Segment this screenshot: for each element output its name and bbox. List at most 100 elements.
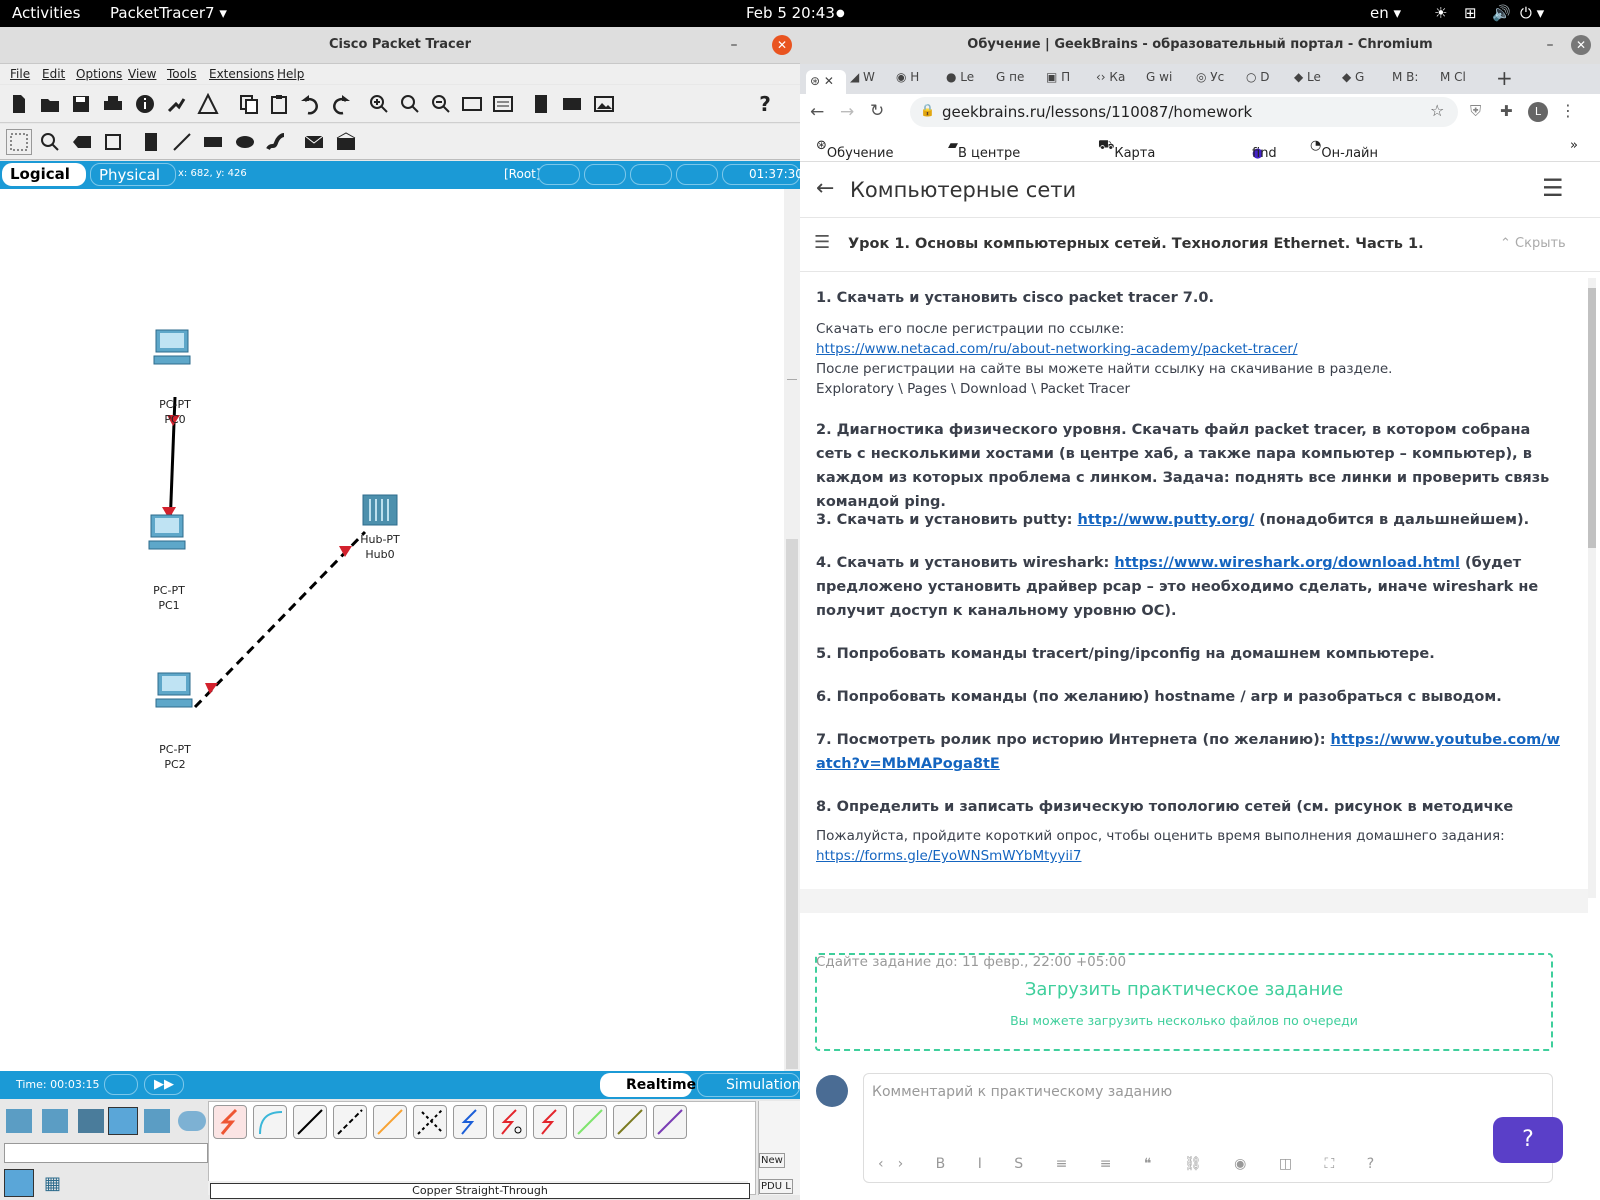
putty-link[interactable]: http://www.putty.org/: [1078, 512, 1255, 528]
add-complex-pdu-icon[interactable]: [333, 129, 359, 155]
menu-options[interactable]: Options: [76, 67, 122, 81]
power-icon[interactable]: ⏻ ▾: [1520, 4, 1544, 22]
new-file-icon[interactable]: [6, 91, 32, 117]
tab-3[interactable]: ● Le: [946, 70, 974, 92]
volume-icon[interactable]: 🔊: [1492, 4, 1511, 22]
device-template-icon[interactable]: [559, 91, 585, 117]
new-cluster-icon[interactable]: [584, 164, 626, 185]
extensions-icon[interactable]: ✚: [1500, 102, 1513, 120]
copy-icon[interactable]: [236, 91, 262, 117]
comment-editor[interactable]: Комментарий к практическому заданию ‹› B…: [863, 1073, 1553, 1183]
paste-icon[interactable]: [266, 91, 292, 117]
menu-tools[interactable]: Tools: [167, 67, 197, 81]
hamburger-menu-icon[interactable]: ☰: [1542, 174, 1564, 202]
tab-2[interactable]: ◉ H: [896, 70, 919, 92]
bookmark-5[interactable]: ◔ Он-лайн камеры...: [1310, 138, 1386, 176]
shield-icon[interactable]: ⛨: [1470, 102, 1481, 120]
serial-dte-cable-icon[interactable]: [533, 1105, 567, 1139]
survey-link[interactable]: https://forms.gle/EyoWNSmWYbMtyyii7: [816, 848, 1082, 864]
upload-dropzone[interactable]: Загрузить практическое задание Вы можете…: [815, 953, 1553, 1051]
draw-rectangle-icon[interactable]: [200, 129, 226, 155]
bookmark-star-icon[interactable]: ☆: [1430, 101, 1444, 120]
back-icon[interactable]: [538, 164, 580, 185]
tab-10[interactable]: ◆ Le: [1294, 70, 1321, 92]
set-background-icon[interactable]: [676, 164, 718, 185]
language-indicator[interactable]: en ▾: [1370, 4, 1401, 22]
hub-icon[interactable]: [362, 494, 398, 526]
connections-icon[interactable]: [108, 1107, 138, 1135]
tab-12[interactable]: M B:: [1392, 70, 1418, 92]
misc-icon[interactable]: [144, 1109, 170, 1133]
minimize-button[interactable]: –: [1540, 35, 1560, 55]
back-arrow-icon[interactable]: ←: [816, 176, 834, 201]
select-icon[interactable]: [6, 129, 32, 155]
network-icon[interactable]: ⊞: [1464, 4, 1477, 22]
zoom-out-icon[interactable]: [428, 91, 454, 117]
device-search-input[interactable]: [4, 1143, 208, 1163]
viewport-clock[interactable]: 01:37:30: [722, 164, 800, 185]
new-tab-button[interactable]: +: [1496, 66, 1513, 90]
pc-icon[interactable]: [155, 672, 193, 708]
tab-5[interactable]: ▣ П: [1046, 70, 1070, 92]
new-pdu-button[interactable]: New: [759, 1153, 785, 1168]
zoom-reset-icon[interactable]: [397, 91, 423, 117]
hide-button[interactable]: ⌃ Скрыть: [1500, 236, 1566, 251]
multiuser-icon[interactable]: [178, 1111, 206, 1131]
logical-workspace[interactable]: PC-PT PC0 PC-PT PC1 Hub-PT Hub0 PC-PT PC2: [0, 189, 784, 1082]
menu-extensions[interactable]: Extensions: [209, 67, 274, 81]
automatic-cable-icon[interactable]: [213, 1105, 247, 1139]
octal-cable-icon[interactable]: [573, 1105, 607, 1139]
redo-icon[interactable]: [328, 91, 354, 117]
components-icon[interactable]: [78, 1109, 104, 1133]
notes-icon[interactable]: [528, 91, 554, 117]
menu-view[interactable]: View: [128, 67, 156, 81]
open-folder-icon[interactable]: [37, 91, 63, 117]
tab-active[interactable]: ⊛ ✕: [806, 70, 846, 94]
print-icon[interactable]: [100, 91, 126, 117]
pc-icon[interactable]: [148, 514, 186, 550]
address-bar[interactable]: 🔒 geekbrains.ru/lessons/110087/homework …: [910, 97, 1458, 127]
tab-8[interactable]: ◎ Уc: [1196, 70, 1224, 92]
tab-4[interactable]: G пе: [996, 70, 1024, 92]
tab-11[interactable]: ◆ G: [1342, 70, 1364, 92]
grid-icon[interactable]: ▦: [44, 1173, 64, 1194]
netacad-link[interactable]: https://www.netacad.com/ru/about-network…: [816, 341, 1298, 357]
brightness-icon[interactable]: ☀: [1434, 4, 1447, 22]
wireshark-link[interactable]: https://www.wireshark.org/download.html: [1114, 555, 1460, 571]
crossover-cable-icon[interactable]: [333, 1105, 367, 1139]
freeform-icon[interactable]: [263, 129, 289, 155]
network-devices-icon[interactable]: [6, 1109, 32, 1133]
pdu-list-button[interactable]: PDU L: [759, 1179, 793, 1194]
pc-icon[interactable]: [153, 329, 191, 365]
profile-avatar[interactable]: L: [1528, 102, 1548, 122]
resize-shape-icon[interactable]: [100, 129, 126, 155]
help-icon[interactable]: ?: [752, 91, 778, 117]
undo-icon[interactable]: [297, 91, 323, 117]
iot-cable-icon[interactable]: [613, 1105, 647, 1139]
close-button[interactable]: ✕: [1571, 35, 1591, 55]
network-info-icon[interactable]: [163, 91, 189, 117]
reload-icon[interactable]: ↻: [870, 101, 884, 121]
fiber-cable-icon[interactable]: [373, 1105, 407, 1139]
lesson-list-icon[interactable]: ☰: [814, 232, 830, 253]
end-devices-icon[interactable]: [42, 1109, 68, 1133]
tab-13[interactable]: M Cl: [1440, 70, 1466, 92]
tab-1[interactable]: ◢ W: [850, 70, 875, 92]
bookmark-1[interactable]: ⊛ Обучение | Geek...: [816, 138, 893, 176]
connections-subtype-icon[interactable]: [4, 1169, 34, 1197]
menu-help[interactable]: Help: [277, 67, 304, 81]
usb-cable-icon[interactable]: [653, 1105, 687, 1139]
forward-arrow-icon[interactable]: →: [840, 102, 854, 122]
bookmark-2[interactable]: ▰ В центре вниман...: [948, 138, 1021, 176]
coaxial-cable-icon[interactable]: [453, 1105, 487, 1139]
activities-button[interactable]: Activities: [12, 4, 80, 22]
zoom-in-icon[interactable]: [366, 91, 392, 117]
content-scrollbar[interactable]: [1588, 278, 1596, 898]
draw-line-icon[interactable]: [169, 129, 195, 155]
realtime-button[interactable]: Realtime: [600, 1073, 696, 1097]
tab-7[interactable]: G wi: [1146, 70, 1172, 92]
bookmarks-overflow-icon[interactable]: »: [1570, 138, 1578, 153]
scrollbar-thumb[interactable]: [786, 539, 798, 1069]
fast-forward-icon[interactable]: ▶▶: [144, 1074, 184, 1095]
place-note-icon[interactable]: [138, 129, 164, 155]
